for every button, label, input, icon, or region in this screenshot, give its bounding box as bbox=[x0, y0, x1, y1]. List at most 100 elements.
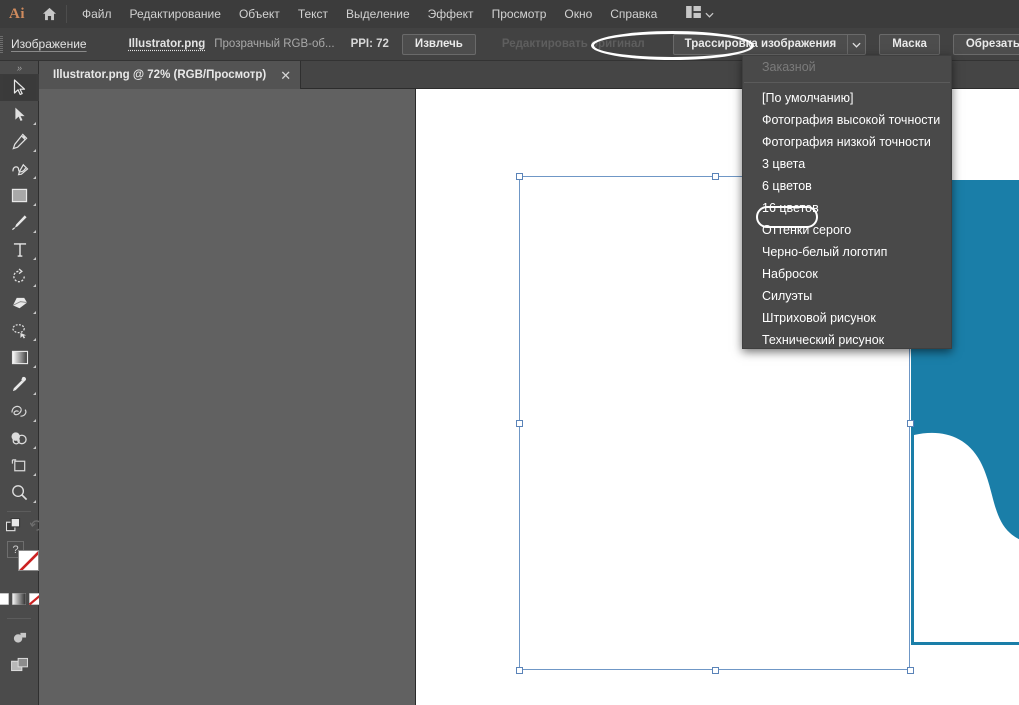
selection-handle-bc[interactable] bbox=[712, 667, 719, 674]
tool-group-corner-icon bbox=[33, 203, 36, 206]
menu-item-object[interactable]: Объект bbox=[230, 0, 289, 28]
menu-item-type[interactable]: Текст bbox=[289, 0, 337, 28]
image-trace-preset-menu[interactable]: Заказной [По умолчанию] Фотография высок… bbox=[742, 55, 952, 349]
blend-tool[interactable] bbox=[0, 398, 39, 425]
image-trace-button[interactable]: Трассировка изображения bbox=[672, 33, 848, 55]
ppi-label: PPI: 72 bbox=[350, 38, 389, 50]
preset-item-3-colors[interactable]: 3 цвета bbox=[743, 153, 951, 175]
illustrator-window: Ai Файл Редактирование Объект Текст Выде… bbox=[0, 0, 1019, 705]
tool-group-corner-icon bbox=[33, 284, 36, 287]
selection-handle-tc[interactable] bbox=[712, 173, 719, 180]
edit-original-button: Редактировать оригинал bbox=[501, 38, 645, 50]
color-mode-label: Прозрачный RGB-об... bbox=[214, 38, 335, 50]
shape-builder-tool[interactable] bbox=[0, 425, 39, 452]
color-swatch-icon[interactable] bbox=[0, 592, 10, 610]
document-tab-title: Illustrator.png @ 72% (RGB/Просмотр) bbox=[53, 69, 267, 81]
tool-group-corner-icon bbox=[33, 176, 36, 179]
preset-menu-divider bbox=[744, 82, 950, 83]
tool-group-corner-icon bbox=[33, 365, 36, 368]
gradient-swatch-icon[interactable] bbox=[11, 592, 27, 610]
tool-group-corner-icon bbox=[33, 392, 36, 395]
preset-item-technical-drawing[interactable]: Технический рисунок bbox=[743, 329, 951, 351]
preset-item-high-fidelity-photo[interactable]: Фотография высокой точности bbox=[743, 109, 951, 131]
preset-item-sketched-art[interactable]: Набросок bbox=[743, 263, 951, 285]
image-trace-preset-caret[interactable] bbox=[847, 33, 867, 55]
menu-item-edit[interactable]: Редактирование bbox=[121, 0, 230, 28]
menu-bar: Ai Файл Редактирование Объект Текст Выде… bbox=[0, 0, 1019, 28]
curvature-tool[interactable] bbox=[0, 155, 39, 182]
tool-group-corner-icon bbox=[33, 311, 36, 314]
arrange-documents-icon[interactable] bbox=[0, 651, 39, 678]
document-tab[interactable]: Illustrator.png @ 72% (RGB/Просмотр) ✕ bbox=[39, 61, 302, 89]
selection-handle-ml[interactable] bbox=[516, 420, 523, 427]
preset-menu-header: Заказной bbox=[762, 60, 816, 74]
preset-item-silhouettes[interactable]: Силуэты bbox=[743, 285, 951, 307]
preset-item-16-colors[interactable]: 16 цветов bbox=[743, 197, 951, 219]
close-icon[interactable]: ✕ bbox=[280, 69, 291, 82]
gradient-tool[interactable] bbox=[0, 344, 39, 371]
preset-item-line-art[interactable]: Штриховой рисунок bbox=[743, 307, 951, 329]
artboard-tool[interactable] bbox=[0, 452, 39, 479]
tools-panel: » ? bbox=[0, 61, 44, 705]
menu-item-select[interactable]: Выделение bbox=[337, 0, 419, 28]
direct-selection-tool[interactable] bbox=[0, 101, 39, 128]
tool-group-corner-icon bbox=[33, 500, 36, 503]
menu-item-view[interactable]: Просмотр bbox=[483, 0, 556, 28]
tool-group-corner-icon bbox=[33, 419, 36, 422]
embed-button[interactable]: Извлечь bbox=[401, 33, 476, 55]
rectangle-tool[interactable] bbox=[0, 182, 39, 209]
tool-group-corner-icon bbox=[33, 338, 36, 341]
mask-button[interactable]: Маска bbox=[879, 33, 940, 55]
menu-item-list: Файл Редактирование Объект Текст Выделен… bbox=[73, 0, 666, 28]
tool-group-corner-icon bbox=[33, 473, 36, 476]
menu-divider bbox=[66, 5, 67, 23]
tool-divider-2 bbox=[7, 618, 31, 619]
eyedropper-tool[interactable] bbox=[0, 371, 39, 398]
preset-item-shades-of-gray[interactable]: Оттенки серого bbox=[743, 219, 951, 241]
preset-item-black-and-white-logo[interactable]: Черно-белый логотип bbox=[743, 241, 951, 263]
menu-item-window[interactable]: Окно bbox=[555, 0, 601, 28]
ellipsis-icon[interactable] bbox=[0, 694, 39, 705]
preset-item-default[interactable]: [По умолчанию] bbox=[743, 87, 951, 109]
tool-divider-1 bbox=[7, 511, 31, 512]
selection-tool[interactable] bbox=[0, 74, 39, 101]
zoom-tool[interactable] bbox=[0, 479, 39, 506]
workspace-layout-icon bbox=[686, 5, 702, 23]
paintbrush-tool[interactable] bbox=[0, 209, 39, 236]
draw-normal-icon[interactable] bbox=[5, 517, 21, 538]
color-mode-row bbox=[0, 589, 44, 613]
tool-group-corner-icon bbox=[33, 149, 36, 152]
tool-group-corner-icon bbox=[33, 122, 36, 125]
home-icon[interactable] bbox=[34, 0, 64, 28]
eraser-tool[interactable] bbox=[0, 290, 39, 317]
rotate-tool[interactable] bbox=[0, 263, 39, 290]
selection-handle-bl[interactable] bbox=[516, 667, 523, 674]
pen-tool[interactable] bbox=[0, 128, 39, 155]
stroke-swatch[interactable] bbox=[18, 550, 39, 571]
selection-handle-mr[interactable] bbox=[907, 420, 914, 427]
image-trace-group: Трассировка изображения bbox=[672, 33, 867, 55]
linked-file-name[interactable]: Illustrator.png bbox=[129, 38, 206, 50]
double-chevron-right-icon[interactable]: » bbox=[0, 61, 38, 74]
tool-group-corner-icon bbox=[33, 230, 36, 233]
preset-item-6-colors[interactable]: 6 цветов bbox=[743, 175, 951, 197]
lasso-tool[interactable] bbox=[0, 317, 39, 344]
preset-item-low-fidelity-photo[interactable]: Фотография низкой точности bbox=[743, 131, 951, 153]
app-logo: Ai bbox=[9, 5, 25, 22]
drawing-mode-row bbox=[0, 517, 42, 539]
menu-item-effect[interactable]: Эффект bbox=[419, 0, 483, 28]
chevron-down-icon bbox=[852, 35, 861, 53]
control-bar-context-label: Изображение bbox=[11, 37, 87, 51]
selection-handle-tl[interactable] bbox=[516, 173, 523, 180]
menu-item-help[interactable]: Справка bbox=[601, 0, 666, 28]
tool-group-corner-icon bbox=[33, 446, 36, 449]
selection-handle-br[interactable] bbox=[907, 667, 914, 674]
crop-image-button[interactable]: Обрезать изображение bbox=[952, 33, 1019, 55]
fill-stroke-controls: ? bbox=[0, 541, 39, 589]
change-screen-mode-icon[interactable] bbox=[0, 624, 39, 651]
type-tool[interactable] bbox=[0, 236, 39, 263]
workspace-switcher[interactable] bbox=[680, 0, 720, 28]
chevron-down-icon bbox=[705, 5, 714, 23]
tool-group-corner-icon bbox=[33, 257, 36, 260]
menu-item-file[interactable]: Файл bbox=[73, 0, 121, 28]
